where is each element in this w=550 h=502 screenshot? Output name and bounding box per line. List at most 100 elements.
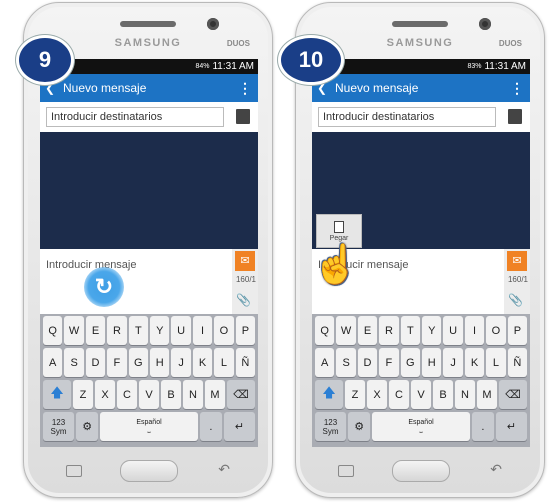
key[interactable]: X <box>367 380 387 409</box>
key[interactable]: O <box>214 316 234 345</box>
keyboard: Q W E R T Y U I O P A S D F G H J K L Ñ … <box>40 314 258 447</box>
key[interactable]: W <box>336 316 356 345</box>
key[interactable]: V <box>411 380 431 409</box>
backspace-key-icon[interactable]: ⌫ <box>499 380 527 409</box>
recent-apps-icon[interactable] <box>66 465 82 477</box>
send-button[interactable]: ✉ <box>235 251 255 271</box>
key[interactable]: T <box>400 316 421 345</box>
key[interactable]: H <box>422 348 442 377</box>
key[interactable]: G <box>128 348 149 377</box>
key[interactable]: U <box>171 316 191 345</box>
key[interactable]: M <box>477 380 497 409</box>
key[interactable]: A <box>315 348 335 377</box>
key[interactable]: Q <box>315 316 335 345</box>
key[interactable]: T <box>128 316 149 345</box>
more-options-icon[interactable]: ⋮ <box>510 80 524 97</box>
key[interactable]: C <box>389 380 409 409</box>
symbols-key[interactable]: 123 Sym <box>315 412 347 441</box>
key[interactable]: E <box>85 316 106 345</box>
step-badge: 9 <box>16 35 74 85</box>
keyboard-row-3: 🡅 Z X C V B N M ⌫ <box>42 380 256 409</box>
keyboard-row-1: Q W E R T Y U I O P <box>42 316 256 345</box>
key[interactable]: K <box>464 348 485 377</box>
key[interactable]: J <box>443 348 463 377</box>
key[interactable]: P <box>235 316 256 345</box>
key[interactable]: E <box>357 316 378 345</box>
app-bar-title: Nuevo mensaje <box>63 81 147 95</box>
space-bar-icon: ⎵ <box>147 426 151 433</box>
more-options-icon[interactable]: ⋮ <box>238 80 252 97</box>
back-icon[interactable]: ↶ <box>218 461 230 478</box>
hardware-nav: ↶ <box>24 457 272 483</box>
key[interactable]: N <box>455 380 475 409</box>
settings-gear-icon[interactable]: ⚙ <box>76 412 99 441</box>
key[interactable]: B <box>161 380 181 409</box>
backspace-key-icon[interactable]: ⌫ <box>227 380 255 409</box>
keyboard-row-1: Q W E R T Y U I O P <box>314 316 528 345</box>
key[interactable]: A <box>43 348 63 377</box>
key[interactable]: Z <box>73 380 93 409</box>
shift-key-icon[interactable]: 🡅 <box>43 380 71 409</box>
home-button[interactable] <box>120 460 178 482</box>
key[interactable]: P <box>507 316 528 345</box>
key[interactable]: D <box>85 348 106 377</box>
settings-gear-icon[interactable]: ⚙ <box>348 412 371 441</box>
message-input[interactable]: Introducir mensaje <box>46 259 137 271</box>
contact-icon[interactable] <box>508 109 522 124</box>
back-icon[interactable]: ↶ <box>490 461 502 478</box>
enter-key-icon[interactable]: ↵ <box>223 412 255 441</box>
key[interactable]: W <box>64 316 84 345</box>
key[interactable]: F <box>107 348 127 377</box>
key[interactable]: J <box>171 348 191 377</box>
home-button[interactable] <box>392 460 450 482</box>
space-key[interactable]: Español ⎵ <box>372 412 470 441</box>
speaker-grille <box>392 21 448 27</box>
key[interactable]: S <box>336 348 356 377</box>
key[interactable]: G <box>400 348 421 377</box>
key[interactable]: I <box>464 316 485 345</box>
key[interactable]: F <box>379 348 399 377</box>
key[interactable]: C <box>117 380 137 409</box>
key[interactable]: Q <box>43 316 63 345</box>
key[interactable]: I <box>192 316 213 345</box>
key[interactable]: M <box>205 380 225 409</box>
space-key[interactable]: Español ⎵ <box>100 412 198 441</box>
key[interactable]: Z <box>345 380 365 409</box>
key[interactable]: X <box>95 380 115 409</box>
keyboard-row-2: A S D F G H J K L Ñ <box>314 348 528 377</box>
key[interactable]: R <box>107 316 127 345</box>
contact-icon[interactable] <box>236 109 250 124</box>
recipient-input[interactable]: Introducir destinatarios <box>318 107 496 127</box>
recent-apps-icon[interactable] <box>338 465 354 477</box>
key[interactable]: L <box>214 348 234 377</box>
key[interactable]: O <box>486 316 506 345</box>
period-key[interactable]: . <box>199 412 222 441</box>
attach-icon[interactable]: 📎 <box>236 293 251 307</box>
key[interactable]: Ñ <box>507 348 528 377</box>
key[interactable]: R <box>379 316 399 345</box>
phone-step-9: 9 SAMSUNG DUOS 84% 11:31 AM ❮ Nuevo mens… <box>16 2 273 498</box>
period-key[interactable]: . <box>471 412 494 441</box>
send-button[interactable]: ✉ <box>507 251 527 271</box>
screen: 84% 11:31 AM ❮ Nuevo mensaje ⋮ Introduci… <box>40 59 258 447</box>
key[interactable]: Y <box>422 316 442 345</box>
recipient-input[interactable]: Introducir destinatarios <box>46 107 224 127</box>
attach-icon[interactable]: 📎 <box>508 293 523 307</box>
recipient-row: Introducir destinatarios <box>312 102 530 132</box>
symbols-key[interactable]: 123 Sym <box>43 412 75 441</box>
key[interactable]: Y <box>150 316 170 345</box>
key[interactable]: U <box>443 316 463 345</box>
key[interactable]: S <box>64 348 84 377</box>
app-bar-title: Nuevo mensaje <box>335 81 419 95</box>
key[interactable]: N <box>183 380 203 409</box>
key[interactable]: Ñ <box>235 348 256 377</box>
key[interactable]: V <box>139 380 159 409</box>
shift-key-icon[interactable]: 🡅 <box>315 380 343 409</box>
keyboard-row-3: 🡅 Z X C V B N M ⌫ <box>314 380 528 409</box>
key[interactable]: H <box>150 348 170 377</box>
key[interactable]: D <box>357 348 378 377</box>
key[interactable]: K <box>192 348 213 377</box>
enter-key-icon[interactable]: ↵ <box>495 412 527 441</box>
key[interactable]: L <box>486 348 506 377</box>
key[interactable]: B <box>433 380 453 409</box>
